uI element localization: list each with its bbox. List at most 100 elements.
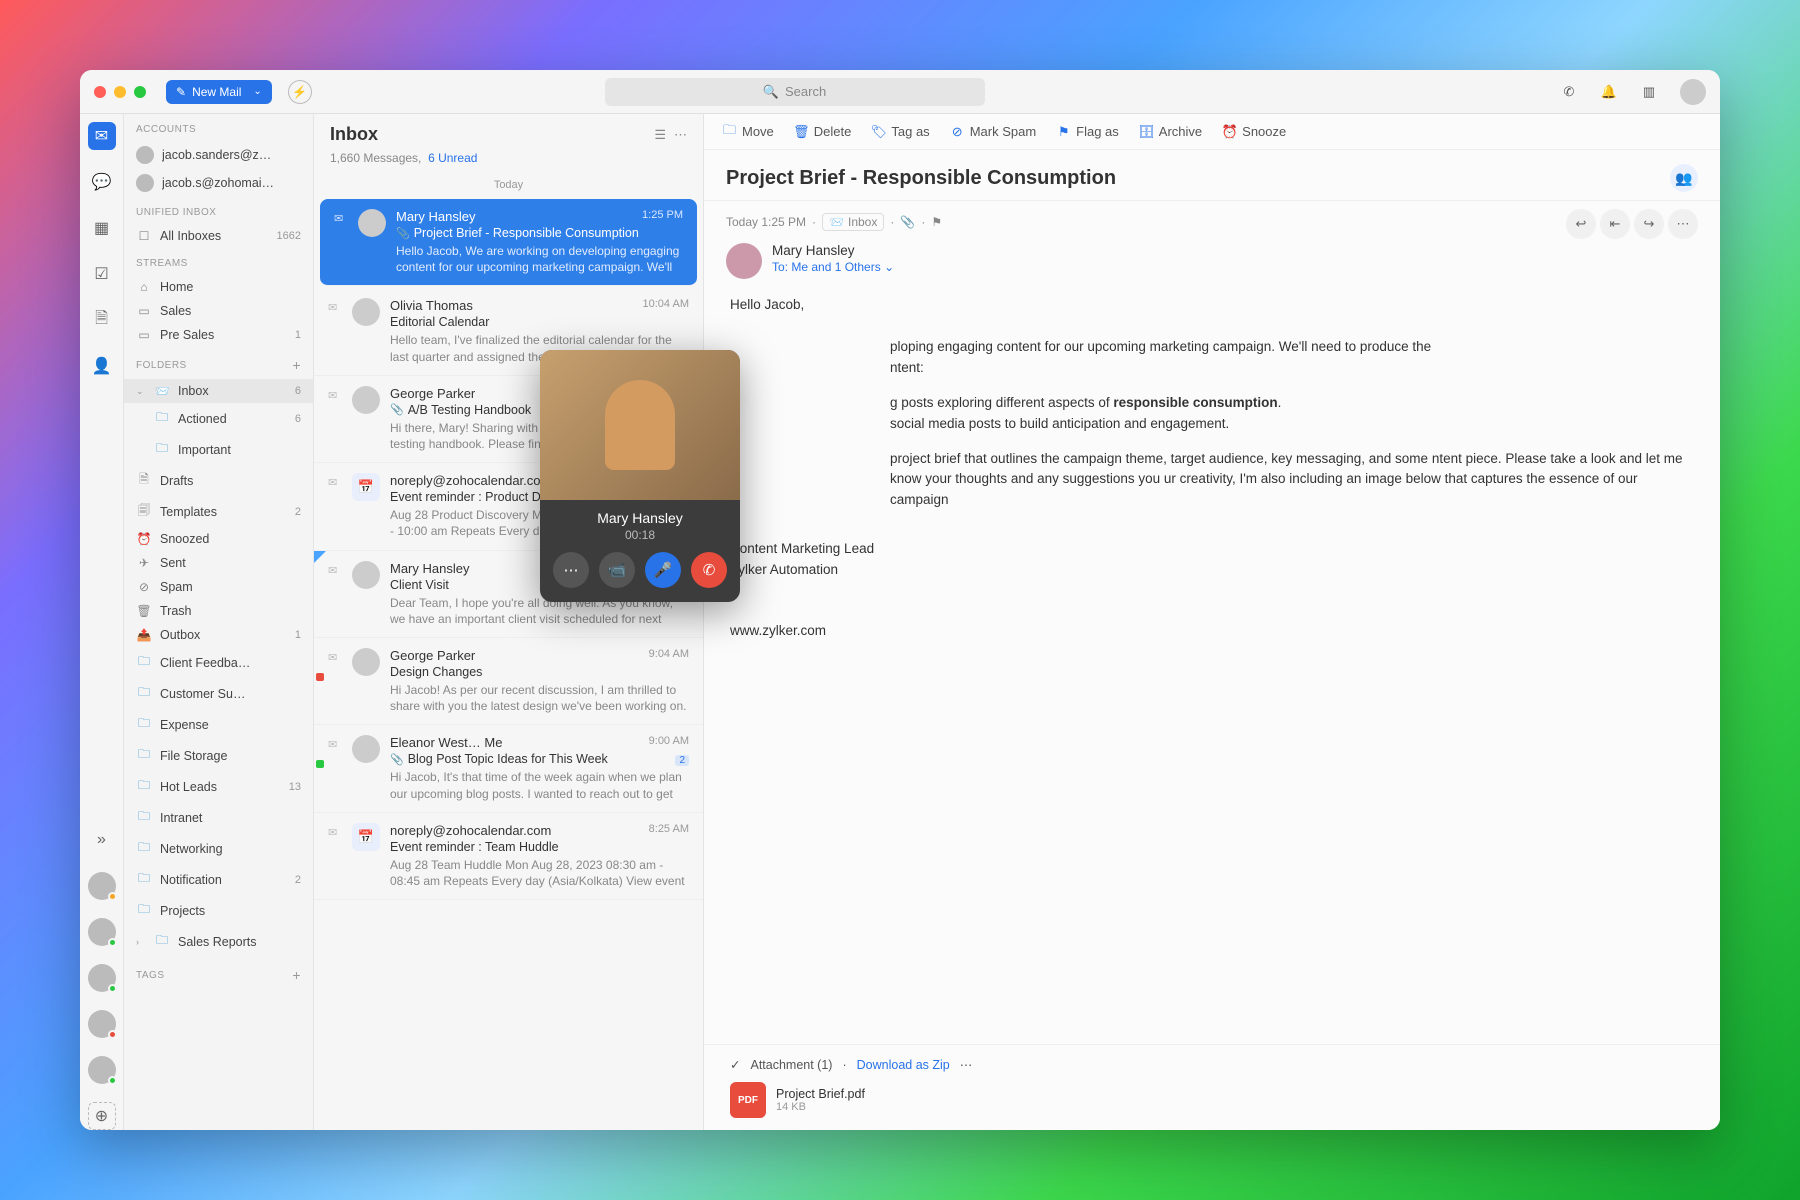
flag-icon[interactable]: ⚑: [931, 215, 942, 229]
user-avatar[interactable]: [1680, 79, 1706, 105]
presence-avatar-3[interactable]: [88, 964, 116, 992]
more-icon[interactable]: ⋯: [674, 127, 687, 143]
reply-button[interactable]: ↩: [1566, 209, 1596, 239]
spam-button[interactable]: ⊘Mark Spam: [950, 124, 1036, 139]
stream-sales[interactable]: ▭Sales: [124, 299, 313, 323]
archive-button[interactable]: 🗄Archive: [1139, 124, 1202, 139]
folder-client[interactable]: 🗀Client Feedba…: [124, 647, 313, 678]
calendar-icon[interactable]: ▦: [88, 214, 116, 242]
quick-action-button[interactable]: ⚡: [288, 80, 312, 104]
sender-name: Mary Hansley: [772, 243, 894, 258]
group-icon: ▭: [136, 304, 152, 318]
add-tag-icon[interactable]: +: [292, 967, 301, 983]
folder-drafts[interactable]: 🗎Drafts: [124, 465, 313, 496]
folder-templates[interactable]: 🗐Templates2: [124, 496, 313, 527]
email-meta: Today 1:25 PM· 📨Inbox ·📎·⚑ ↩ ⇤ ↪ ⋯: [704, 201, 1720, 243]
chevron-down-icon: ⌄: [253, 86, 261, 97]
folder-hot[interactable]: 🗀Hot Leads13: [124, 771, 313, 802]
message-from: Mary Hansley: [390, 561, 469, 576]
tasks-icon[interactable]: ☑: [88, 260, 116, 288]
forward-button[interactable]: ↪: [1634, 209, 1664, 239]
folder-important[interactable]: 🗀Important: [124, 434, 313, 465]
folder-icon: 🗀: [136, 900, 152, 921]
envelope-icon: ✉: [328, 298, 342, 364]
download-zip-link[interactable]: Download as Zip: [857, 1058, 950, 1072]
envelope-icon: ✉: [328, 473, 342, 539]
folder-inbox[interactable]: ⌄📨Inbox6: [124, 379, 313, 403]
folder-trash[interactable]: 🗑Trash: [124, 599, 313, 623]
sender-avatar: [358, 209, 386, 237]
folder-sent[interactable]: ✈Sent: [124, 551, 313, 575]
folder-outbox[interactable]: 📤Outbox1: [124, 623, 313, 647]
search-input[interactable]: 🔍 Search: [605, 78, 985, 106]
bell-icon[interactable]: 🔔: [1600, 83, 1618, 101]
delete-button[interactable]: 🗑Delete: [794, 124, 852, 139]
folder-projects[interactable]: 🗀Projects: [124, 895, 313, 926]
add-app-icon[interactable]: ⊕: [88, 1102, 116, 1130]
more-icon[interactable]: ⋯: [960, 1057, 973, 1072]
tag-button[interactable]: 🏷Tag as: [871, 124, 929, 139]
phone-icon[interactable]: ✆: [1560, 83, 1578, 101]
filter-icon[interactable]: ☰: [654, 127, 666, 143]
new-mail-button[interactable]: ✎ New Mail ⌄: [166, 80, 272, 104]
spam-icon: ⊘: [950, 124, 965, 139]
folder-spam[interactable]: ⊘Spam: [124, 575, 313, 599]
more-button[interactable]: ⋯: [1668, 209, 1698, 239]
folder-notification[interactable]: 🗀Notification2: [124, 864, 313, 895]
call-overlay[interactable]: Mary Hansley 00:18 ⋯ 📹 🎤 ✆: [540, 350, 740, 602]
message-from: noreply@zohocalendar.com: [390, 823, 551, 838]
envelope-icon: ✉: [334, 209, 348, 275]
folder-sales-reports[interactable]: ›🗀Sales Reports: [124, 926, 313, 957]
call-more-button[interactable]: ⋯: [553, 552, 589, 588]
maximize-button[interactable]: [134, 86, 146, 98]
account-row[interactable]: jacob.s@zohomai…: [124, 169, 313, 197]
folder-pill[interactable]: 📨Inbox: [822, 213, 884, 231]
panel-icon[interactable]: ▥: [1640, 83, 1658, 101]
message-row[interactable]: ✉George Parker9:04 AMDesign ChangesHi Ja…: [314, 638, 703, 725]
message-row[interactable]: ✉📅noreply@zohocalendar.com8:25 AMEvent r…: [314, 813, 703, 900]
folder-file[interactable]: 🗀File Storage: [124, 740, 313, 771]
message-preview: Hello Jacob, We are working on developin…: [396, 243, 683, 275]
flag-button[interactable]: ⚑Flag as: [1056, 124, 1119, 139]
contacts-icon[interactable]: 👤: [88, 352, 116, 380]
folder-actioned[interactable]: 🗀Actioned6: [124, 403, 313, 434]
close-button[interactable]: [94, 86, 106, 98]
folder-snoozed[interactable]: ⏰Snoozed: [124, 527, 313, 551]
expand-icon[interactable]: »: [88, 826, 116, 854]
call-mic-button[interactable]: 🎤: [645, 552, 681, 588]
stream-presales[interactable]: ▭Pre Sales1: [124, 323, 313, 347]
calendar-avatar: 📅: [352, 473, 380, 501]
attachment-icon[interactable]: 📎: [900, 215, 915, 229]
folder-expense[interactable]: 🗀Expense: [124, 709, 313, 740]
folder-intranet[interactable]: 🗀Intranet: [124, 802, 313, 833]
presence-avatar-5[interactable]: [88, 1056, 116, 1084]
call-video-button[interactable]: 📹: [599, 552, 635, 588]
folder-networking[interactable]: 🗀Networking: [124, 833, 313, 864]
account-row[interactable]: jacob.sanders@z…: [124, 141, 313, 169]
recipients[interactable]: To: Me and 1 Others ⌄: [772, 260, 894, 274]
add-folder-icon[interactable]: +: [292, 357, 301, 373]
message-subject: Design Changes: [390, 665, 689, 679]
participants-icon[interactable]: 👥: [1670, 164, 1698, 192]
presence-avatar-1[interactable]: [88, 872, 116, 900]
presence-avatar-2[interactable]: [88, 918, 116, 946]
minimize-button[interactable]: [114, 86, 126, 98]
all-inboxes[interactable]: ☐All Inboxes1662: [124, 224, 313, 248]
message-row[interactable]: ✉Mary Hansley1:25 PM📎 Project Brief - Re…: [320, 199, 697, 286]
reply-all-button[interactable]: ⇤: [1600, 209, 1630, 239]
chevron-down-icon: ⌄: [884, 260, 894, 274]
snooze-button[interactable]: ⏰Snooze: [1222, 124, 1286, 139]
folder-customer[interactable]: 🗀Customer Su…: [124, 678, 313, 709]
notes-icon[interactable]: 🗎: [88, 306, 116, 334]
message-preview: Hi Jacob! As per our recent discussion, …: [390, 682, 689, 714]
chat-icon[interactable]: 💬: [88, 168, 116, 196]
move-button[interactable]: 🗀Move: [722, 124, 774, 139]
mail-icon[interactable]: ✉: [88, 122, 116, 150]
stream-home[interactable]: ⌂Home: [124, 275, 313, 299]
call-hangup-button[interactable]: ✆: [691, 552, 727, 588]
message-preview: Aug 28 Team Huddle Mon Aug 28, 2023 08:3…: [390, 857, 689, 889]
attachment-file[interactable]: PDF Project Brief.pdf 14 KB: [730, 1082, 1694, 1118]
signature-link[interactable]: www.zylker.com: [730, 621, 1694, 642]
message-row[interactable]: ✉Eleanor West… Me9:00 AM📎 Blog Post Topi…: [314, 725, 703, 812]
presence-avatar-4[interactable]: [88, 1010, 116, 1038]
